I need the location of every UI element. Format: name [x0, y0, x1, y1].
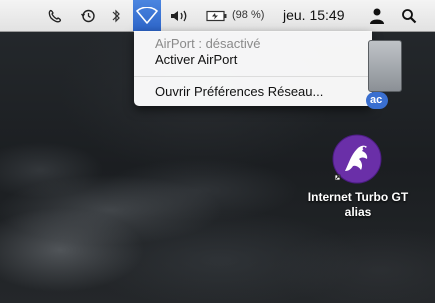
battery-percent: (98 %) [232, 9, 265, 21]
menu-bar: (98 %) jeu. 15:49 [0, 0, 435, 32]
airport-menu-extra[interactable] [133, 0, 161, 31]
internet-turbo-gt-alias-icon[interactable] [331, 133, 383, 185]
spotlight-search-icon[interactable] [398, 0, 420, 31]
internet-turbo-gt-alias-label[interactable]: Internet Turbo GT alias [296, 190, 420, 220]
phone-icon[interactable] [45, 0, 65, 31]
airport-status-label: AirPort : désactivé [155, 36, 261, 51]
alias-label-line1: Internet Turbo GT [307, 190, 409, 204]
volume-icon[interactable] [168, 0, 190, 31]
time-machine-icon[interactable] [78, 0, 98, 31]
alias-label-line2: alias [344, 205, 372, 219]
menu-separator [134, 76, 372, 77]
airport-dropdown-menu: AirPort : désactivé Activer AirPort Ouvr… [134, 31, 372, 106]
wifi-off-icon [136, 6, 158, 24]
bluetooth-icon[interactable] [108, 0, 124, 31]
open-network-preferences-item[interactable]: Ouvrir Préférences Réseau... [155, 84, 323, 99]
turn-airport-on-item[interactable]: Activer AirPort [155, 52, 237, 67]
user-icon[interactable] [366, 0, 388, 31]
hard-drive-icon[interactable] [368, 40, 402, 92]
menubar-clock[interactable]: jeu. 15:49 [283, 0, 345, 31]
battery-icon[interactable] [205, 0, 229, 31]
hard-drive-label[interactable]: ac [366, 92, 389, 109]
